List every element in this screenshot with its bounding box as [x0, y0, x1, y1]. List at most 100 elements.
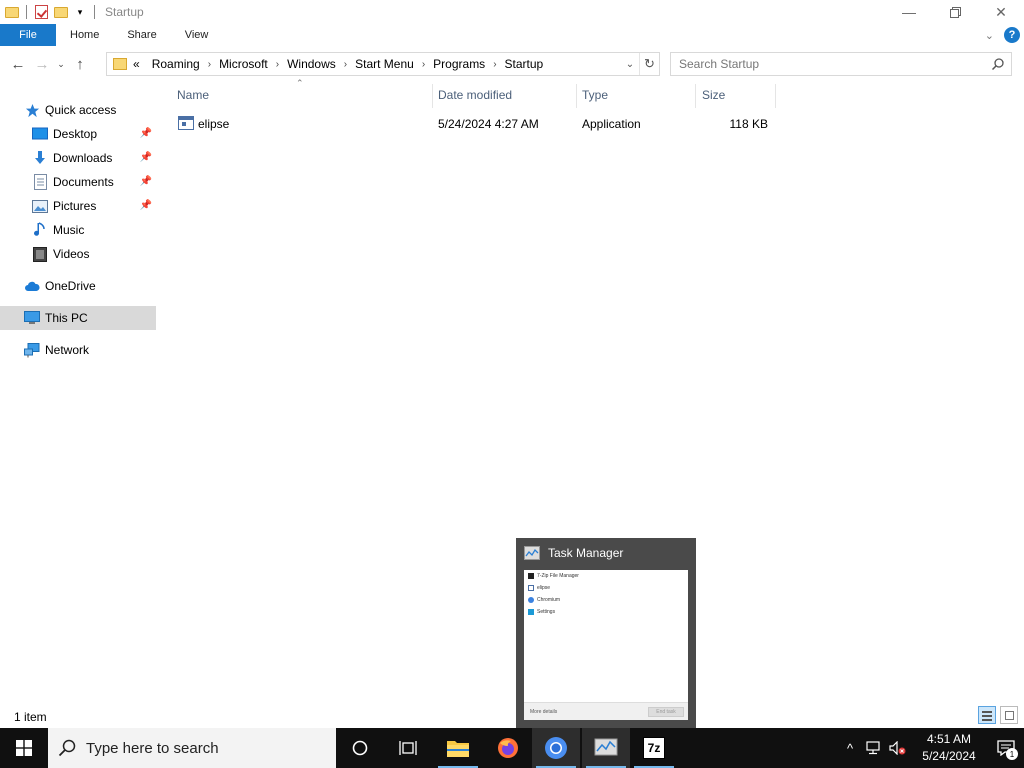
breadcrumb-windows[interactable]: Windows	[287, 57, 336, 71]
show-hidden-icons-button[interactable]: ^	[838, 728, 862, 768]
sidebar-item-label: Desktop	[53, 127, 98, 141]
chevron-right-icon[interactable]: ›	[422, 59, 425, 70]
close-icon: ✕	[995, 3, 1007, 20]
up-button[interactable]: ↑	[68, 52, 92, 76]
title-bar: ▾ Startup — ✕	[0, 0, 1024, 24]
breadcrumb-start-menu[interactable]: Start Menu	[355, 57, 414, 71]
network-status-button[interactable]	[862, 728, 886, 768]
thumbnail-preview[interactable]: 7-Zip File Manager elipse Chromium Setti…	[524, 570, 688, 720]
tab-share[interactable]: Share	[113, 24, 170, 46]
column-header-label: Name	[177, 88, 210, 102]
search-input[interactable]: Search Startup	[670, 52, 1012, 76]
close-button[interactable]: ✕	[978, 0, 1024, 24]
preview-row-label: Settings	[537, 609, 556, 615]
chromium-taskbar-button[interactable]	[532, 728, 580, 768]
7zip-taskbar-button[interactable]: 7z	[630, 728, 678, 768]
address-dropdown-icon[interactable]: ⌄	[623, 53, 637, 75]
clock-time: 4:51 AM	[926, 732, 972, 746]
task-manager-icon	[594, 738, 618, 756]
refresh-icon[interactable]: ↻	[639, 53, 659, 75]
breadcrumb-startup[interactable]: Startup	[505, 57, 544, 71]
large-icons-view-button[interactable]	[1000, 706, 1018, 724]
cortana-button[interactable]	[336, 728, 384, 768]
file-name: elipse	[198, 117, 230, 131]
breadcrumb-microsoft[interactable]: Microsoft	[219, 57, 268, 71]
sidebar-item-downloads[interactable]: Downloads 📌	[0, 146, 156, 170]
pin-icon[interactable]: 📌	[140, 200, 152, 211]
restore-button[interactable]	[932, 0, 978, 24]
large-icons-icon	[1005, 711, 1014, 720]
column-divider[interactable]	[576, 84, 577, 108]
chevron-right-icon[interactable]: ›	[493, 59, 496, 70]
sidebar-item-onedrive[interactable]: OneDrive	[0, 274, 156, 298]
sidebar-item-pictures[interactable]: Pictures 📌	[0, 194, 156, 218]
properties-icon[interactable]	[34, 5, 48, 19]
back-arrow-icon: ←	[10, 55, 26, 73]
forward-arrow-icon: →	[34, 55, 50, 73]
preview-footer: More details End task	[524, 702, 688, 720]
sidebar-item-music[interactable]: Music	[0, 218, 156, 242]
column-header-size[interactable]: Size	[702, 84, 774, 106]
sidebar-item-documents[interactable]: Documents 📌	[0, 170, 156, 194]
column-divider[interactable]	[695, 84, 696, 108]
volume-muted-icon	[889, 741, 906, 755]
cortana-icon	[352, 740, 368, 756]
tab-file[interactable]: File	[0, 24, 56, 46]
volume-button[interactable]	[886, 728, 910, 768]
column-header-date[interactable]: Date modified	[438, 84, 576, 106]
column-divider[interactable]	[432, 84, 433, 108]
file-explorer-taskbar-button[interactable]	[434, 728, 482, 768]
back-button[interactable]: ←	[6, 52, 30, 76]
breadcrumb-programs[interactable]: Programs	[433, 57, 485, 71]
taskbar-search-input[interactable]: Type here to search	[48, 728, 336, 768]
chevron-right-icon[interactable]: ›	[276, 59, 279, 70]
recent-locations-button[interactable]: ⌄	[54, 52, 68, 76]
column-header-name[interactable]: Name	[177, 84, 432, 106]
item-count: 1 item	[14, 710, 47, 724]
system-tray: ^ 4:51 AM 5/24/2024 1	[838, 728, 1024, 768]
help-icon[interactable]: ?	[1004, 27, 1020, 43]
sidebar-item-videos[interactable]: Videos	[0, 242, 156, 266]
start-button[interactable]	[0, 728, 48, 768]
task-manager-thumbnail[interactable]: Task Manager 7-Zip File Manager elipse C…	[516, 538, 696, 728]
address-bar[interactable]: « Roaming › Microsoft › Windows › Start …	[106, 52, 660, 76]
customize-toolbar-icon[interactable]: ▾	[73, 5, 87, 19]
minimize-button[interactable]: —	[886, 0, 932, 24]
column-header-type[interactable]: Type	[582, 84, 694, 106]
sidebar-item-this-pc[interactable]: This PC	[0, 306, 156, 330]
chevron-right-icon[interactable]: ›	[344, 59, 347, 70]
search-icon[interactable]	[991, 57, 1005, 71]
clock-date: 5/24/2024	[922, 749, 976, 763]
expand-ribbon-icon[interactable]: ⌄	[985, 29, 994, 42]
tab-home[interactable]: Home	[56, 24, 113, 46]
action-center-button[interactable]: 1	[988, 728, 1024, 768]
sidebar-item-label: Pictures	[53, 199, 97, 213]
forward-button[interactable]: →	[30, 52, 54, 76]
sidebar-item-network[interactable]: Network	[0, 338, 156, 362]
7zip-icon: 7z	[643, 737, 665, 759]
sidebar-item-desktop[interactable]: Desktop 📌	[0, 122, 156, 146]
breadcrumb-roaming[interactable]: Roaming	[152, 57, 200, 71]
windows-logo-icon	[16, 740, 32, 756]
column-divider[interactable]	[775, 84, 776, 108]
sidebar-item-label: Quick access	[45, 103, 117, 117]
firefox-taskbar-button[interactable]	[484, 728, 532, 768]
new-folder-icon[interactable]	[54, 5, 68, 19]
pin-icon[interactable]: 📌	[140, 152, 152, 163]
pin-icon[interactable]: 📌	[140, 128, 152, 139]
toolbar-separator	[26, 5, 27, 19]
pin-icon[interactable]: 📌	[140, 176, 152, 187]
clock[interactable]: 4:51 AM 5/24/2024	[910, 731, 988, 765]
sidebar-item-quick-access[interactable]: Quick access	[0, 98, 156, 122]
chevron-right-icon[interactable]: ›	[208, 59, 211, 70]
task-view-icon	[399, 741, 417, 755]
breadcrumb-overflow[interactable]: «	[133, 57, 140, 71]
task-view-button[interactable]	[384, 728, 432, 768]
file-row[interactable]: elipse 5/24/2024 4:27 AM Application 118…	[170, 113, 776, 135]
folder-icon	[113, 58, 127, 70]
tab-view[interactable]: View	[171, 24, 223, 46]
details-view-button[interactable]	[978, 706, 996, 724]
task-manager-taskbar-button[interactable]	[582, 728, 630, 768]
task-manager-icon	[524, 546, 540, 560]
preview-row: elipse	[528, 585, 550, 591]
